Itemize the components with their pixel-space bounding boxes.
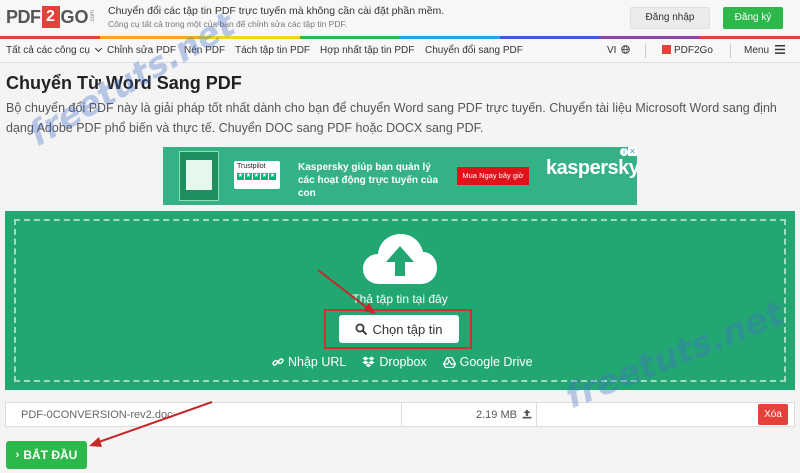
nav-edit-pdf[interactable]: Chỉnh sửa PDF xyxy=(107,45,176,56)
top-header: PDF 2 GO .com Chuyển đổi các tập tin PDF tr… xyxy=(0,0,800,36)
google-drive-label: Google Drive xyxy=(459,355,533,369)
nav-brand-pdf2go[interactable]: PDF2Go xyxy=(662,45,713,56)
dropbox-link[interactable]: Dropbox xyxy=(362,355,427,369)
product-box-image xyxy=(179,151,219,201)
file-size: 2.19 MB xyxy=(476,409,532,421)
page-description: Bộ chuyển đổi PDF này là giải pháp tốt n… xyxy=(6,101,777,135)
rating-stars: ★ ★ ★ ★ ★ xyxy=(237,173,276,180)
nav-all-tools[interactable]: Tất cả các công cụ xyxy=(6,44,102,56)
ad-info-icon[interactable]: i xyxy=(620,148,628,156)
drop-files-label: Thả tập tin tại đây xyxy=(352,292,448,306)
ad-text: Kaspersky giúp bạn quản lý các hoạt động… xyxy=(298,162,439,199)
search-icon xyxy=(355,323,368,335)
nav-compress-pdf[interactable]: Nén PDF xyxy=(184,45,225,56)
file-size-value: 2.19 MB xyxy=(476,409,517,421)
start-button[interactable]: › BẮT ĐẦU xyxy=(6,441,87,469)
ad-buy-button[interactable]: Mua Ngay bây giờ xyxy=(457,167,529,185)
choose-file-button[interactable]: Chọn tập tin xyxy=(339,315,459,343)
nav-brand-label: PDF2Go xyxy=(674,45,713,56)
language-label: VI xyxy=(607,45,617,56)
dropbox-label: Dropbox xyxy=(379,355,427,369)
file-row-divider xyxy=(536,403,537,426)
file-name: PDF-0CONVERSION-rev2.doc xyxy=(21,409,173,421)
file-row-divider xyxy=(401,403,402,426)
trustpilot-badge: Trustpilot ★ ★ ★ ★ ★ xyxy=(234,161,280,189)
page-title: Chuyển Từ Word Sang PDF xyxy=(6,73,242,93)
choose-file-label: Chọn tập tin xyxy=(372,321,443,337)
menu-button[interactable]: Menu xyxy=(744,45,785,56)
kaspersky-ad-banner[interactable]: Trustpilot ★ ★ ★ ★ ★ Kaspersky giúp bạn quản… xyxy=(163,147,637,205)
dropbox-icon xyxy=(362,356,375,368)
logo-two: 2 xyxy=(41,6,60,28)
upload-icon xyxy=(522,409,532,419)
remove-file-button[interactable]: Xóa xyxy=(758,404,788,425)
globe-icon xyxy=(621,45,630,54)
annotation-arrowhead xyxy=(89,437,102,447)
nav-divider xyxy=(730,44,731,58)
main-nav: Tất cả các công cụ Chỉnh sửa PDF Nén PDF… xyxy=(0,39,800,63)
nav-split-pdf[interactable]: Tách tập tin PDF xyxy=(235,45,310,56)
pdf2go-mini-icon xyxy=(662,45,671,54)
nav-merge-pdf[interactable]: Hợp nhất tập tin PDF xyxy=(320,45,414,56)
logo-com: .com xyxy=(89,10,96,24)
register-button[interactable]: Đăng ký xyxy=(723,7,783,29)
logo-pdf: PDF xyxy=(6,6,41,27)
tagline-main: Chuyển đổi các tập tin PDF trực tuyến mà… xyxy=(108,5,445,17)
ad-close-icon[interactable]: ✕ xyxy=(628,147,637,156)
chevron-down-icon xyxy=(94,44,102,53)
upload-sources: Nhập URL Dropbox Google Drive xyxy=(272,355,533,369)
google-drive-link[interactable]: Google Drive xyxy=(442,355,533,369)
tagline: Chuyển đổi các tập tin PDF trực tuyến mà… xyxy=(108,5,444,29)
import-url-label: Nhập URL xyxy=(288,355,347,369)
menu-label: Menu xyxy=(744,45,770,56)
tagline-sub: Công cụ tất cả trong một của bạn để chỉn… xyxy=(108,19,348,29)
link-icon xyxy=(272,358,284,366)
logo-go: GO xyxy=(60,6,89,27)
google-drive-icon xyxy=(442,356,456,368)
nav-divider xyxy=(645,44,646,58)
cloud-upload-icon xyxy=(363,234,437,284)
login-button[interactable]: Đăng nhập xyxy=(630,7,710,29)
nav-all-tools-label: Tất cả các công cụ xyxy=(6,45,90,56)
trustpilot-label: Trustpilot xyxy=(237,163,266,170)
file-row: PDF-0CONVERSION-rev2.doc 2.19 MB xyxy=(5,402,795,427)
import-url-link[interactable]: Nhập URL xyxy=(272,355,346,369)
language-selector[interactable]: VI xyxy=(607,45,630,56)
pdf2go-logo[interactable]: PDF 2 GO .com xyxy=(6,6,96,28)
kaspersky-logo: kaspersky xyxy=(546,157,637,179)
start-label: BẮT ĐẦU xyxy=(23,448,78,462)
chevron-right-icon: › xyxy=(15,449,20,461)
nav-convert-to-pdf[interactable]: Chuyển đổi sang PDF xyxy=(425,45,523,56)
hamburger-icon xyxy=(774,45,785,54)
